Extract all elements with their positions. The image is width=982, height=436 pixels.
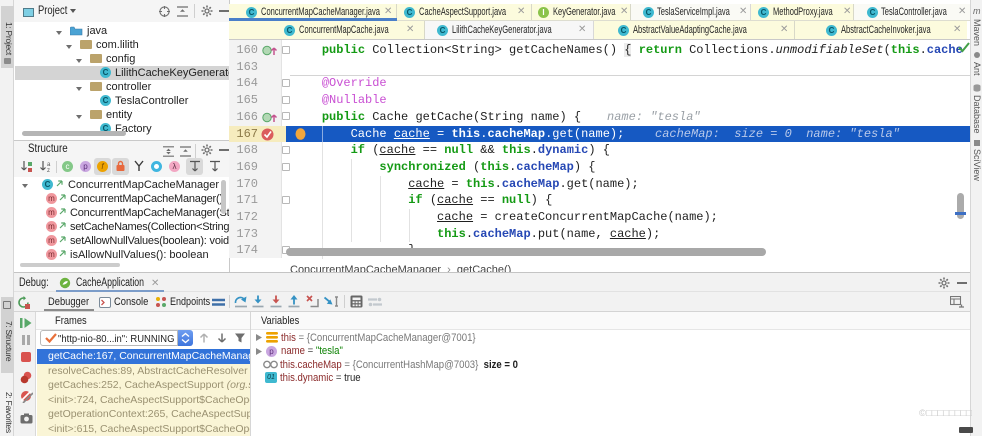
svg-text:z: z	[47, 168, 50, 173]
